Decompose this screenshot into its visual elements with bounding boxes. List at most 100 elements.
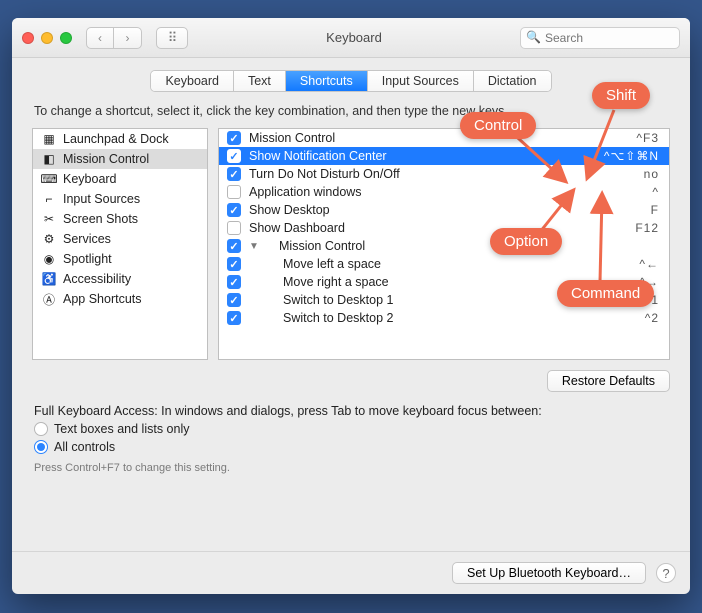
radio-all-controls[interactable]: All controls	[12, 438, 690, 456]
shortcut-checkbox[interactable]	[227, 311, 241, 325]
shortcut-row[interactable]: Move right a space ^→	[219, 273, 669, 291]
category-icon: ◧	[41, 152, 57, 166]
prefs-tabs: KeyboardTextShortcutsInput SourcesDictat…	[150, 70, 551, 92]
tab-dictation[interactable]: Dictation	[474, 71, 551, 91]
category-label: Services	[63, 232, 111, 246]
disclosure-triangle-icon[interactable]: ▼	[249, 241, 259, 252]
shortcut-checkbox[interactable]	[227, 131, 241, 145]
shortcut-row[interactable]: Switch to Desktop 2 ^2	[219, 309, 669, 327]
category-label: Launchpad & Dock	[63, 132, 169, 146]
shortcut-checkbox[interactable]	[227, 185, 241, 199]
shortcut-keys[interactable]: ^←	[639, 257, 659, 271]
shortcut-keys[interactable]: ^→	[639, 275, 659, 289]
tab-shortcuts[interactable]: Shortcuts	[286, 71, 368, 91]
shortcut-checkbox[interactable]	[227, 275, 241, 289]
close-window-button[interactable]	[22, 32, 34, 44]
category-spotlight[interactable]: ◉Spotlight	[33, 249, 207, 269]
shortcut-checkbox[interactable]	[227, 203, 241, 217]
shortcut-label: Switch to Desktop 2	[249, 311, 637, 325]
category-icon: ✂	[41, 212, 57, 226]
shortcut-label: Switch to Desktop 1	[249, 293, 637, 307]
shortcut-label: Turn Do Not Disturb On/Off	[249, 167, 636, 181]
shortcut-label: Move right a space	[249, 275, 631, 289]
category-label: Spotlight	[63, 252, 112, 266]
shortcut-checkbox[interactable]	[227, 167, 241, 181]
traffic-lights	[22, 32, 72, 44]
shortcut-row[interactable]: Show Notification Center ^⌥⇧⌘N	[219, 147, 669, 165]
shortcut-keys[interactable]: ^1	[645, 293, 659, 307]
category-icon: ▦	[41, 132, 57, 146]
shortcut-keys[interactable]: ^2	[645, 311, 659, 325]
category-label: Accessibility	[63, 272, 131, 286]
category-label: Screen Shots	[63, 212, 138, 226]
nav-back-forward: ‹ ›	[86, 27, 142, 49]
tab-keyboard[interactable]: Keyboard	[151, 71, 234, 91]
search-icon: 🔍	[526, 30, 541, 44]
shortcut-row[interactable]: Mission Control ^F3	[219, 129, 669, 147]
category-mission-control[interactable]: ◧ Mission Control	[33, 149, 207, 169]
category-label: App Shortcuts	[63, 292, 142, 306]
radio-label: Text boxes and lists only	[54, 422, 190, 436]
category-services[interactable]: ⚙ Services	[33, 229, 207, 249]
shortcut-checkbox[interactable]	[227, 149, 241, 163]
shortcut-row[interactable]: Switch to Desktop 1 ^1	[219, 291, 669, 309]
search-input[interactable]	[520, 27, 680, 49]
category-label: Mission Control	[63, 152, 149, 166]
window-titlebar: ‹ › ⠿ Keyboard 🔍	[12, 18, 690, 58]
shortcut-row[interactable]: Turn Do Not Disturb On/Off no	[219, 165, 669, 183]
shortcut-row[interactable]: ▼ Mission Control	[219, 237, 669, 255]
instruction-text: To change a shortcut, select it, click t…	[12, 100, 690, 128]
radio-icon	[34, 422, 48, 436]
category-label: Keyboard	[63, 172, 117, 186]
tab-text[interactable]: Text	[234, 71, 286, 91]
category-icon: ⚙	[41, 232, 57, 246]
shortcut-keys[interactable]: F	[651, 203, 659, 217]
shortcut-list[interactable]: Mission Control ^F3 Show Notification Cent…	[218, 128, 670, 360]
radio-text-boxes-only[interactable]: Text boxes and lists only	[12, 420, 690, 438]
category-launchpad-dock[interactable]: ▦ Launchpad & Dock	[33, 129, 207, 149]
category-accessibility[interactable]: ♿ Accessibility	[33, 269, 207, 289]
hint-text: Press Control+F7 to change this setting.	[12, 456, 690, 474]
radio-label: All controls	[54, 440, 115, 454]
setup-bluetooth-keyboard-button[interactable]: Set Up Bluetooth Keyboard…	[452, 562, 646, 584]
minimize-window-button[interactable]	[41, 32, 53, 44]
category-input-sources[interactable]: ⌐ Input Sources	[33, 189, 207, 209]
restore-defaults-button[interactable]: Restore Defaults	[547, 370, 670, 392]
shortcut-keys[interactable]: ^F3	[636, 131, 659, 145]
shortcut-keys[interactable]: F12	[635, 221, 659, 235]
shortcut-row[interactable]: Show Desktop F	[219, 201, 669, 219]
shortcut-row[interactable]: Move left a space^←	[219, 255, 669, 273]
category-icon: Ⓐ	[41, 292, 57, 306]
full-keyboard-access-text: Full Keyboard Access: In windows and dia…	[12, 396, 690, 420]
tab-input-sources[interactable]: Input Sources	[368, 71, 474, 91]
shortcut-checkbox[interactable]	[227, 221, 241, 235]
category-label: Input Sources	[63, 192, 140, 206]
shortcut-label: Mission Control	[267, 239, 651, 253]
shortcut-checkbox[interactable]	[227, 239, 241, 253]
category-app-shortcuts[interactable]: Ⓐ App Shortcuts	[33, 289, 207, 309]
shortcut-row[interactable]: Show Dashboard F12	[219, 219, 669, 237]
back-button[interactable]: ‹	[86, 27, 114, 49]
category-keyboard[interactable]: ⌨ Keyboard	[33, 169, 207, 189]
shortcut-checkbox[interactable]	[227, 257, 241, 271]
category-screen-shots[interactable]: ✂ Screen Shots	[33, 209, 207, 229]
shortcut-label: Show Desktop	[249, 203, 643, 217]
shortcut-row[interactable]: Application windows ^	[219, 183, 669, 201]
shortcut-checkbox[interactable]	[227, 293, 241, 307]
shortcut-label: Mission Control	[249, 131, 628, 145]
zoom-window-button[interactable]	[60, 32, 72, 44]
help-button[interactable]: ?	[656, 563, 676, 583]
category-icon: ♿	[41, 272, 57, 286]
category-list[interactable]: ▦ Launchpad & Dock ◧ Mission Control ⌨ Keyboa…	[32, 128, 208, 360]
forward-button[interactable]: ›	[114, 27, 142, 49]
shortcut-label: Show Notification Center	[249, 149, 596, 163]
shortcut-label: Application windows	[249, 185, 644, 199]
show-all-prefs-button[interactable]: ⠿	[156, 27, 188, 49]
shortcut-keys[interactable]: ^⌥⇧⌘N	[604, 149, 659, 163]
category-icon: ⌐	[41, 192, 57, 206]
category-icon: ⌨	[41, 172, 57, 186]
shortcut-keys[interactable]: no	[644, 167, 659, 181]
shortcut-label: Show Dashboard	[249, 221, 627, 235]
radio-icon	[34, 440, 48, 454]
shortcut-keys[interactable]: ^	[652, 185, 659, 199]
